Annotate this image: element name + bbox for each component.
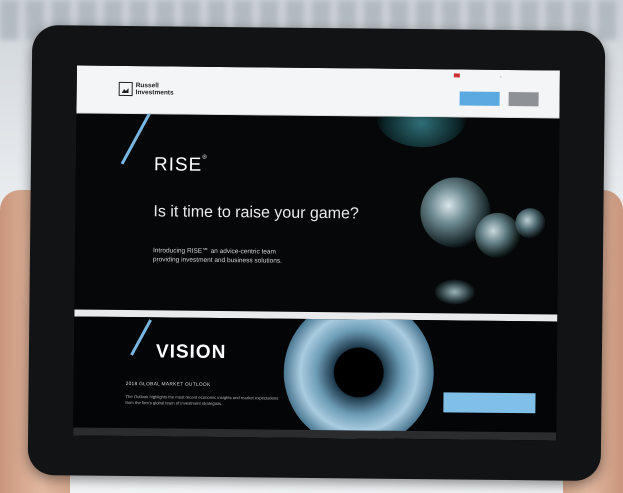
bottom-strip [73,427,557,441]
vision-subtitle: 2018 GLOBAL MARKET OUTLOOK [125,382,211,388]
utility-bar: ⌕ [453,71,502,80]
flag-icon[interactable] [453,73,460,78]
water-bubble-graphic [474,212,521,259]
login-button[interactable] [459,91,500,106]
water-bubble-graphic [515,208,546,239]
water-bubble-graphic [434,279,475,305]
russell-logo-icon [118,81,133,97]
accent-slash [120,113,152,165]
main-nav [229,94,301,95]
tablet-device: ⌕ Russell Investments RISE® Is it time t… [27,25,606,481]
vision-body: The Outlook highlights the most recent e… [125,394,279,407]
rise-title: RISE® [154,154,208,177]
vision-banner[interactable]: VISION 2018 GLOBAL MARKET OUTLOOK The Ou… [73,316,558,441]
site-header: ⌕ Russell Investments [76,65,560,119]
logo-tagline: Investments [135,89,174,97]
tablet-screen: ⌕ Russell Investments RISE® Is it time t… [73,65,560,441]
hero-subtext: Introducing RISE℠ an advice-centric team… [153,246,353,266]
signup-button[interactable] [508,92,539,107]
water-bubble-graphic [376,113,467,148]
vision-title: VISION [155,341,227,364]
eye-iris-graphic [282,316,435,441]
registered-mark: ® [202,154,208,161]
logo[interactable]: Russell Investments [118,81,174,97]
rise-hero-banner[interactable]: RISE® Is it time to raise your game? Int… [74,113,560,315]
search-icon[interactable]: ⌕ [500,73,502,78]
hero-headline: Is it time to raise your game? [153,203,359,223]
accent-slash [130,319,152,356]
rise-title-text: RISE [153,154,203,176]
hero-subtext-line: providing investment and business soluti… [152,256,282,265]
vision-cta-button[interactable] [443,392,536,414]
